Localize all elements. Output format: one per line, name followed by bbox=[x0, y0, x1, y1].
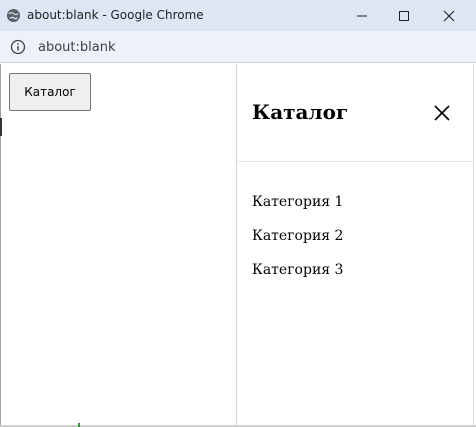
maximize-icon bbox=[399, 10, 409, 21]
catalog-button[interactable]: Каталог bbox=[9, 73, 91, 111]
close-offcanvas-button[interactable] bbox=[432, 103, 452, 123]
window-title: about:blank - Google Chrome bbox=[27, 8, 204, 22]
info-icon[interactable] bbox=[10, 39, 26, 55]
url-text[interactable]: about:blank bbox=[38, 40, 116, 55]
close-window-button[interactable] bbox=[426, 0, 472, 31]
close-icon bbox=[443, 10, 455, 21]
category-item-2[interactable]: Категория 2 bbox=[252, 228, 343, 244]
taskbar-marker bbox=[78, 423, 80, 427]
maximize-button[interactable] bbox=[381, 0, 427, 31]
minimize-icon bbox=[357, 15, 367, 16]
minimize-button[interactable] bbox=[339, 0, 385, 31]
offcanvas-title: Каталог bbox=[252, 100, 349, 124]
globe-icon bbox=[6, 8, 21, 23]
category-item-1[interactable]: Категория 1 bbox=[252, 194, 343, 210]
category-item-3[interactable]: Категория 3 bbox=[252, 262, 343, 278]
left-edge-marker bbox=[0, 118, 2, 136]
